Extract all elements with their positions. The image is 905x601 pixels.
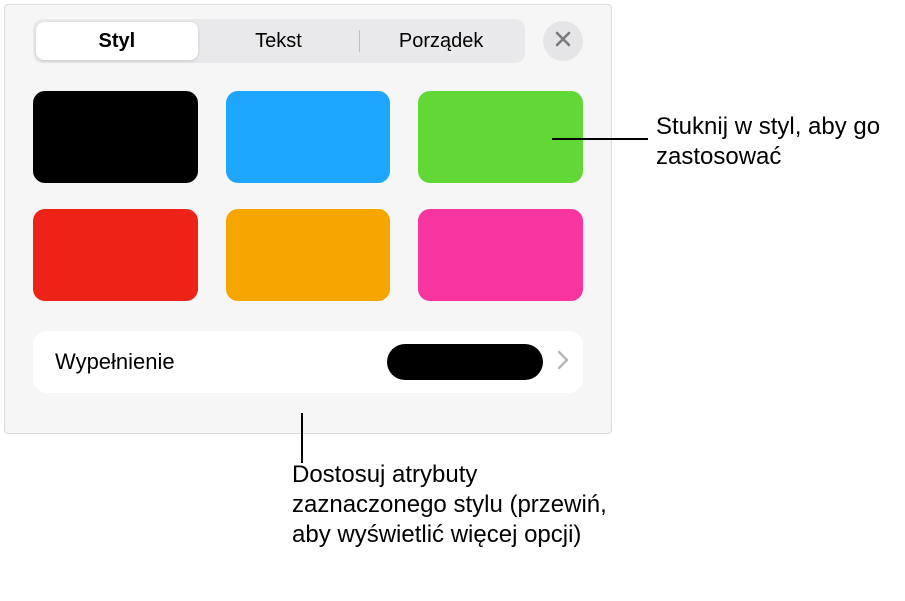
close-icon — [555, 31, 571, 52]
tab-label: Tekst — [255, 30, 302, 53]
tab-label: Porządek — [399, 30, 484, 53]
style-panel: Styl Tekst Porządek Wypełnienie — [4, 4, 612, 434]
fill-color-chip — [387, 344, 543, 380]
tab-arrange[interactable]: Porządek — [360, 22, 522, 60]
swatch-orange[interactable] — [226, 209, 391, 301]
tab-style[interactable]: Styl — [36, 22, 198, 60]
swatch-green[interactable] — [418, 91, 583, 183]
callout-line-swatch — [552, 138, 648, 140]
panel-header: Styl Tekst Porządek — [33, 19, 583, 63]
callout-line-fill — [301, 413, 303, 463]
swatch-pink[interactable] — [418, 209, 583, 301]
close-button[interactable] — [543, 21, 583, 61]
chevron-right-icon — [557, 350, 569, 375]
swatch-blue[interactable] — [226, 91, 391, 183]
tab-text[interactable]: Tekst — [198, 22, 360, 60]
fill-row[interactable]: Wypełnienie — [33, 331, 583, 393]
segmented-control: Styl Tekst Porządek — [33, 19, 525, 63]
callout-text-fill: Dostosuj atrybuty zaznaczonego stylu (pr… — [292, 460, 612, 550]
tab-label: Styl — [98, 30, 135, 53]
swatch-black[interactable] — [33, 91, 198, 183]
callout-text-swatch: Stuknij w styl, aby go zastosować — [656, 112, 896, 172]
swatch-red[interactable] — [33, 209, 198, 301]
style-swatches — [33, 91, 583, 301]
fill-label: Wypełnienie — [55, 349, 387, 375]
